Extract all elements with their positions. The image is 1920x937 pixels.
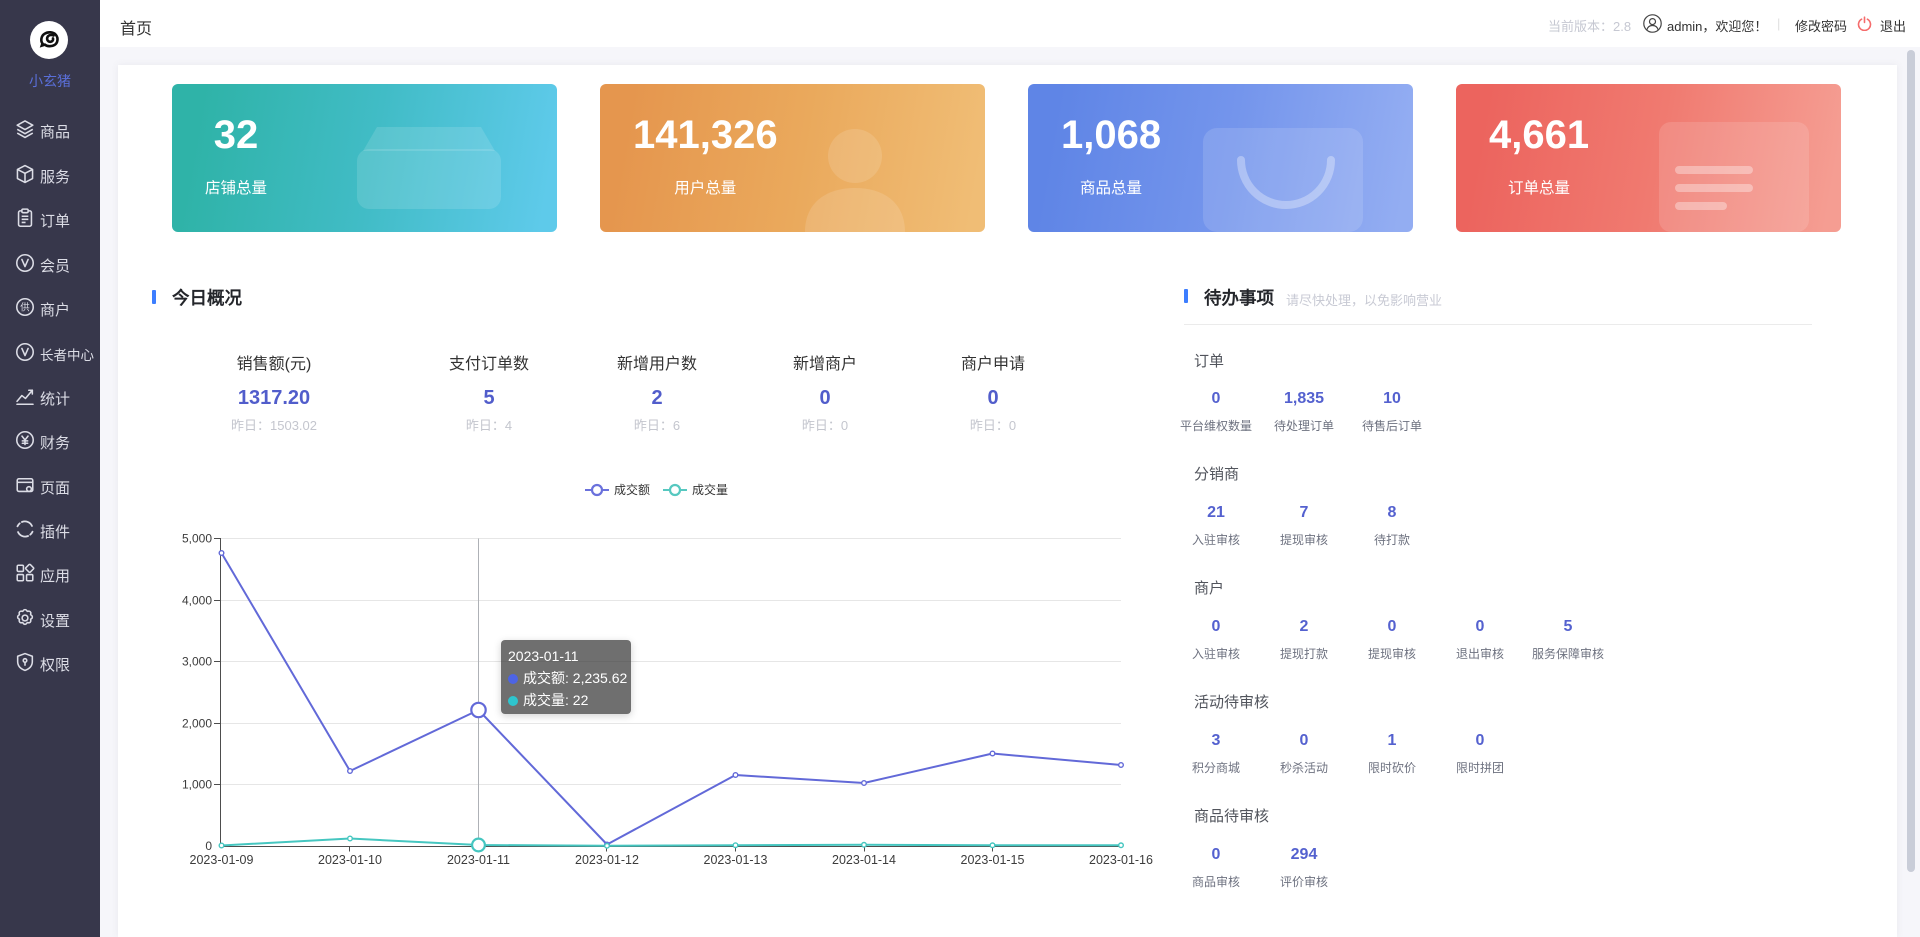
svg-text:4,000: 4,000 <box>182 594 212 608</box>
svg-text:1,000: 1,000 <box>182 778 212 792</box>
svg-text:2023-01-10: 2023-01-10 <box>318 853 382 867</box>
svg-text:供: 供 <box>20 301 30 313</box>
svg-text:2023-01-13: 2023-01-13 <box>704 853 768 867</box>
svg-text:2023-01-15: 2023-01-15 <box>961 853 1025 867</box>
svg-text:2,000: 2,000 <box>182 717 212 731</box>
svg-text:2023-01-14: 2023-01-14 <box>832 853 896 867</box>
svg-text:2023-01-16: 2023-01-16 <box>1089 853 1153 867</box>
svg-text:3,000: 3,000 <box>182 655 212 669</box>
svg-text:2023-01-09: 2023-01-09 <box>190 853 254 867</box>
svg-text:2023-01-12: 2023-01-12 <box>575 853 639 867</box>
svg-text:5,000: 5,000 <box>182 532 212 546</box>
svg-text:2023-01-11: 2023-01-11 <box>447 853 510 867</box>
svg-text:0: 0 <box>205 839 212 853</box>
